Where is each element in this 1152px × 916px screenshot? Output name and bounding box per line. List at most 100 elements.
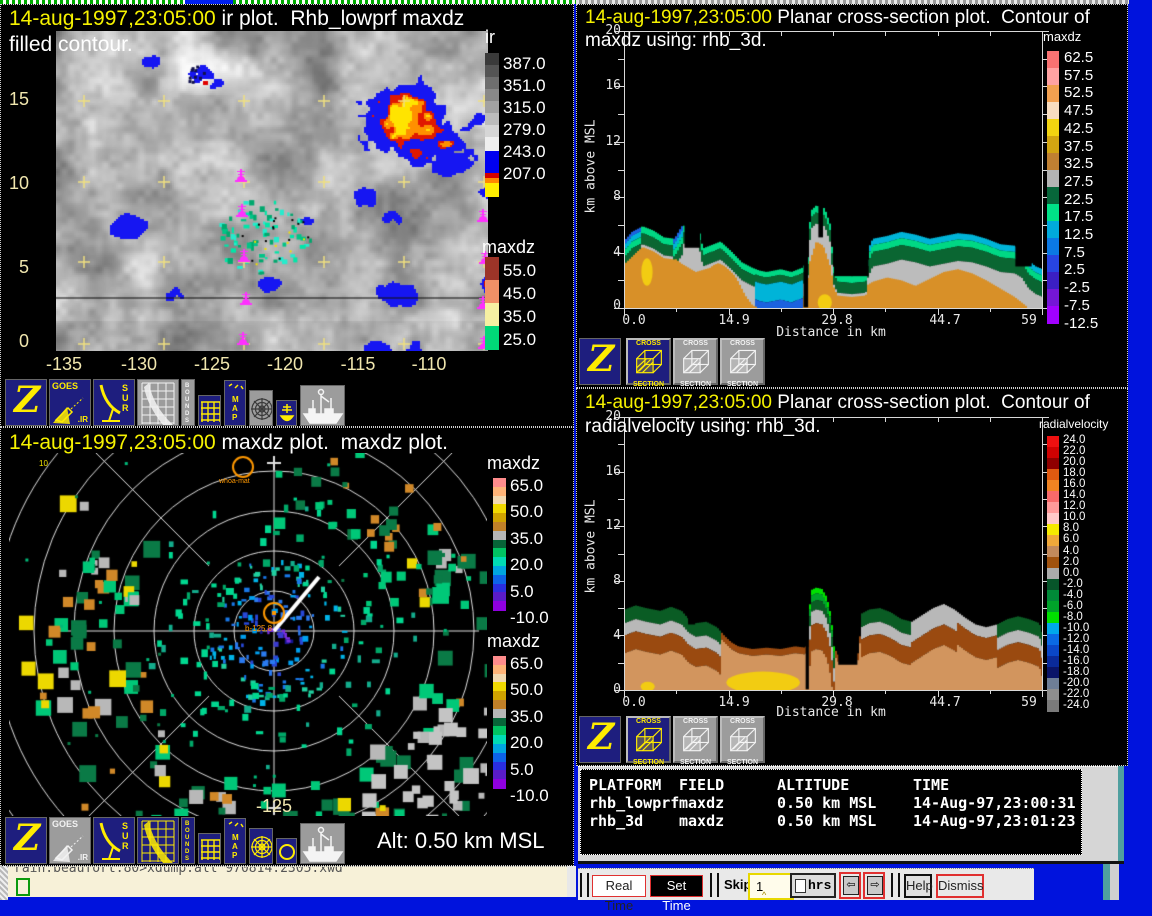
- grip[interactable]: [891, 873, 893, 897]
- grip[interactable]: [717, 873, 719, 897]
- panel-title: 14-aug-1997,23:05:00 Planar cross-sectio…: [585, 7, 1090, 29]
- altitude-label: Alt: 0.50 km MSL: [377, 828, 545, 854]
- dismiss-button[interactable]: Dismiss: [936, 874, 984, 898]
- zeb-logo-button[interactable]: Z: [5, 817, 47, 864]
- colorbar-segment: [1047, 612, 1059, 624]
- table-cell: rhb_lowprf: [589, 794, 679, 812]
- y-axis-tick-label: 0: [1, 331, 29, 352]
- terminal-prompt: rain.beaufort:80>xdump.all 970814.2305.x…: [14, 866, 343, 876]
- colorbar-value: 50.0: [510, 680, 543, 700]
- hrs-button[interactable]: hrs: [790, 873, 836, 898]
- cross-section-button[interactable]: CROSSSECTION: [673, 716, 718, 763]
- colorbar-segment: [1047, 700, 1059, 712]
- cross-section-button-active[interactable]: CROSSSECTION: [626, 338, 671, 385]
- step-back-button[interactable]: ⇦: [839, 872, 861, 899]
- colorbar-segment: [485, 151, 499, 174]
- bounds-button[interactable]: BOUNDS: [181, 379, 195, 426]
- colorbar-segment: [485, 89, 499, 102]
- zeb-logo-button[interactable]: Z: [579, 338, 621, 385]
- cross-section-button[interactable]: CROSSSECTION: [720, 716, 765, 763]
- ship-track-button[interactable]: [300, 385, 345, 426]
- colorbar-segment: [485, 101, 499, 114]
- colorbar-value: 65.0: [510, 654, 543, 674]
- zeb-logo-button[interactable]: Z: [5, 379, 47, 426]
- cross-section-button-active[interactable]: CROSSSECTION: [626, 716, 671, 763]
- axis-tick: [618, 663, 624, 664]
- surveillance-radar-button[interactable]: SUR: [93, 379, 135, 426]
- axis-tick: [618, 499, 624, 500]
- bounds-button[interactable]: BOUNDS: [181, 817, 195, 864]
- axis-tick: [618, 170, 624, 171]
- colorbar-value: 351.0: [503, 76, 546, 96]
- range-rings-button[interactable]: [249, 828, 273, 864]
- range-scale-label: 10: [39, 459, 48, 468]
- table-cell: 14-Aug-97,23:00:31: [913, 794, 1076, 812]
- grip[interactable]: [587, 873, 589, 897]
- cross-label: CROSS: [675, 718, 716, 726]
- rhi-radar-button[interactable]: [137, 379, 179, 426]
- colorbar-segment: [485, 77, 499, 90]
- table-cell: maxdz: [679, 812, 724, 830]
- grip[interactable]: [580, 873, 582, 897]
- zeb-logo-button[interactable]: Z: [579, 716, 621, 763]
- cross-label: CROSS: [628, 718, 669, 726]
- panel-title-line2: filled contour.: [9, 33, 133, 57]
- step-forward-button[interactable]: ⇨: [863, 872, 885, 899]
- colorbar-value: 37.5: [1064, 138, 1093, 155]
- set-time-button[interactable]: Set Time: [650, 875, 703, 897]
- y-axis-line: [624, 417, 625, 690]
- south-longitude-label: -125: [247, 796, 301, 817]
- buoy-button[interactable]: [276, 400, 297, 426]
- colorbar-value: 32.5: [1064, 155, 1093, 172]
- colorbar-segment: [1047, 480, 1059, 492]
- goes-ir-button[interactable]: GOES.IR: [49, 817, 91, 864]
- grid-button[interactable]: [198, 833, 221, 864]
- y-axis-line: [624, 31, 625, 308]
- cross-section-maxdz-canvas[interactable]: [625, 31, 1043, 308]
- cross-section-button[interactable]: CROSSSECTION: [720, 338, 765, 385]
- y-axis-tick-label: 12: [595, 134, 621, 149]
- goes-ir-button[interactable]: GOES.IR: [49, 379, 91, 426]
- grip[interactable]: [710, 873, 712, 897]
- axis-tick: [833, 417, 834, 422]
- map-button[interactable]: MAP: [224, 818, 246, 864]
- panel-title: 14-aug-1997,23:05:00 ir plot. Rhb_lowprf…: [9, 7, 464, 31]
- circle-button[interactable]: [276, 838, 297, 864]
- desktop: { "window": { "desktop_color": "#0013dd"…: [0, 0, 1152, 900]
- rhi-radar-button[interactable]: [137, 817, 179, 864]
- colorbar-value: 57.5: [1064, 67, 1093, 84]
- range-rings-button[interactable]: [249, 390, 273, 426]
- help-button[interactable]: Help: [904, 874, 932, 898]
- terminal-strip[interactable]: rain.beaufort:80>xdump.all 970814.2305.x…: [8, 866, 567, 897]
- window-edge-shadow: [578, 861, 1124, 864]
- panel-title-line2: radialvelocity using: rhb_3d.: [585, 416, 821, 438]
- axis-tick: [885, 690, 886, 694]
- title-timestamp: 14-aug-1997,23:05:00: [9, 431, 216, 454]
- panel-ir-satellite: 14-aug-1997,23:05:00 ir plot. Rhb_lowprf…: [0, 4, 574, 427]
- colorbar-value: 62.5: [1064, 49, 1093, 66]
- sur-label: SUR: [122, 821, 132, 851]
- y-axis-tick-label: 16: [595, 78, 621, 93]
- colorbar-value: -12.5: [1064, 315, 1098, 332]
- colorbar-value: -2.5: [1064, 279, 1090, 296]
- axis-tick: [618, 444, 624, 445]
- map-button[interactable]: MAP: [224, 380, 246, 426]
- skip-input[interactable]: [748, 873, 794, 900]
- colorbar-segment: [1047, 469, 1059, 481]
- colorbar-segment: [1047, 634, 1059, 646]
- grip[interactable]: [898, 873, 900, 897]
- cross-section-radialvelocity-canvas[interactable]: [625, 417, 1043, 690]
- ship-track-button[interactable]: [300, 823, 345, 864]
- colorbar-value: 52.5: [1064, 84, 1093, 101]
- grid-button[interactable]: [198, 395, 221, 426]
- satellite-image-canvas[interactable]: [56, 31, 488, 351]
- colorbar-value: 279.0: [503, 120, 546, 140]
- ppi-radar-canvas[interactable]: [9, 453, 487, 816]
- cross-section-button[interactable]: CROSSSECTION: [673, 338, 718, 385]
- title-timestamp: 14-aug-1997,23:05:00: [9, 7, 216, 30]
- panel-title: 14-aug-1997,23:05:00 Planar cross-sectio…: [585, 392, 1090, 414]
- real-time-button[interactable]: Real Time: [592, 875, 646, 897]
- surveillance-radar-button[interactable]: SUR: [93, 817, 135, 864]
- z-glyph: Z: [14, 379, 40, 421]
- axis-tick: [990, 31, 991, 36]
